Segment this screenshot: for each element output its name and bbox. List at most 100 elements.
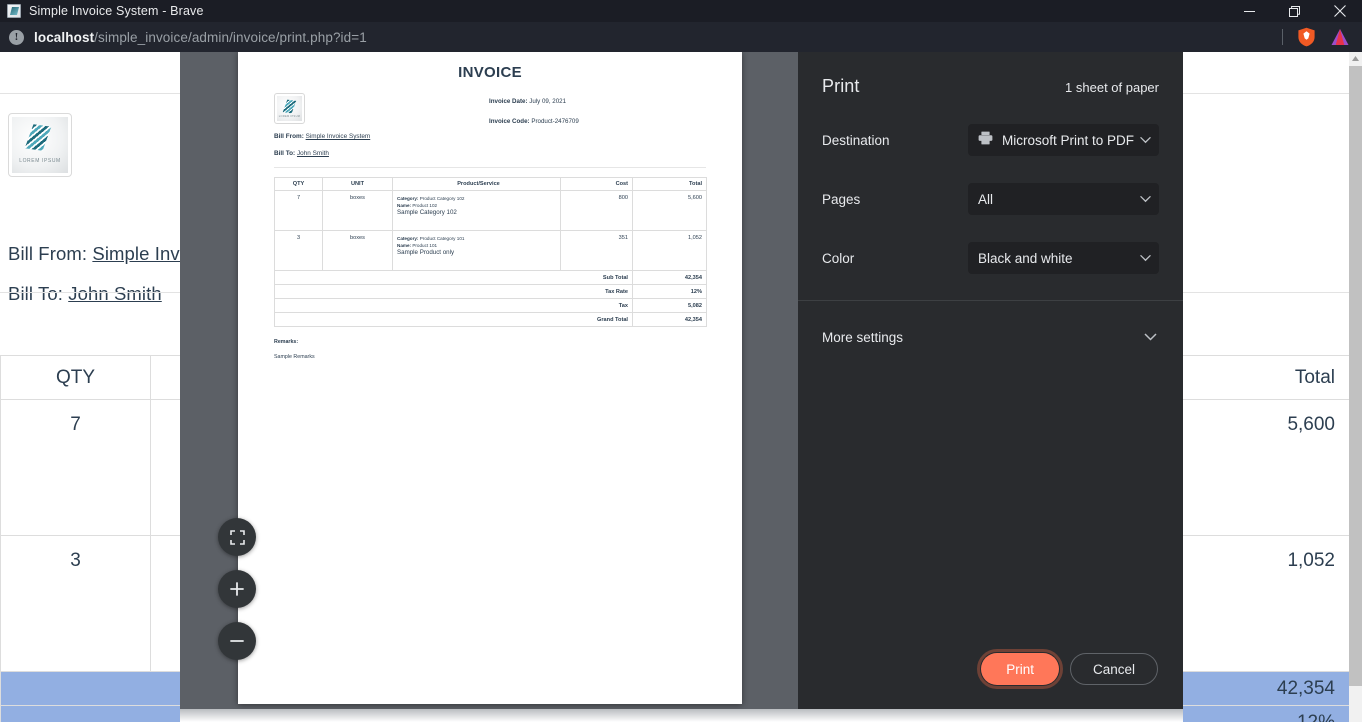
destination-value: Microsoft Print to PDF [1002,132,1134,148]
company-logo: LOREM IPSUM [8,113,72,177]
restore-icon[interactable] [1272,0,1317,22]
doc-summary-row: Tax 5,082 [274,298,707,313]
chevron-down-icon [1140,131,1151,149]
doc-summary-value: 12% [632,284,707,299]
color-select[interactable]: Black and white [968,242,1159,274]
invoice-code-value: Product-2476709 [531,117,579,125]
doc-summary-row: Grand Total 42,354 [274,312,707,327]
bill-to: Bill To: John Smith [8,283,162,305]
bill-to-label: Bill To: [8,283,63,304]
color-field: Color Black and white [822,242,1159,274]
doc-col-total: Total [632,177,707,191]
doc-bill-from: Bill From: Simple Invoice System [274,133,370,140]
url-text: localhost/simple_invoice/admin/invoice/p… [34,30,367,45]
destination-field: Destination Microsoft Print to PDF [822,124,1159,156]
doc-category-label: Category: [397,236,419,241]
bill-to-value[interactable]: John Smith [68,283,162,304]
doc-col-product: Product/Service [392,177,561,191]
printer-icon [978,131,993,150]
remarks-label: Remarks: [274,339,299,345]
browser-window: LOREM IPSUM Bill From: Simple Invoice Sy… [0,0,1362,722]
logo-caption: LOREM IPSUM [19,158,61,164]
doc-bill-from-value: Simple Invoice System [305,133,371,140]
doc-summary-row: Tax Rate 12% [274,284,707,299]
fit-to-page-icon[interactable] [218,518,256,556]
brave-logo-icon[interactable] [1330,27,1350,47]
doc-category-value: Product Category 101 [419,236,465,241]
brave-shields-icon[interactable] [1297,27,1316,47]
sheet-count: 1 sheet of paper [1065,80,1159,95]
doc-invoice-table: QTY UNIT Product/Service Cost Total 7 bo… [274,177,707,327]
doc-category-label: Category: [397,196,419,201]
doc-name-value: Product 101 [412,243,438,249]
doc-logo-caption: LOREM IPSUM [278,115,301,118]
remarks-value: Sample Remarks [274,354,315,360]
print-dialog-title: Print [822,76,860,96]
doc-cell-cost: 351 [560,230,633,271]
doc-bill-to-label: Bill To: [274,150,296,157]
cell-total: 1,052 [1175,535,1349,672]
title-bar: Simple Invoice System - Brave [0,0,1362,22]
doc-name-value: Product 102 [412,203,438,209]
doc-cell-qty: 3 [274,230,323,271]
more-settings-toggle[interactable]: More settings [798,309,1183,365]
doc-summary-label: Sub Total [274,270,633,285]
doc-bill-from-label: Bill From: [274,133,304,140]
color-value: Black and white [978,250,1073,266]
doc-cell-product: Category: Product Category 101 Name: Pro… [392,230,561,271]
doc-summary-value: 42,354 [632,270,707,285]
preview-bottom-shadow [180,709,1183,722]
color-label: Color [822,250,855,266]
more-settings-label: More settings [822,329,904,345]
window-title: Simple Invoice System - Brave [29,4,204,18]
doc-remarks: Remarks: Sample Remarks [274,339,706,360]
doc-summary-label: Grand Total [274,312,633,327]
minimize-icon[interactable] [1227,0,1272,22]
doc-cell-qty: 7 [274,190,323,231]
summary-value: 12% [1175,705,1349,722]
invoice-date-value: July 09, 2021 [529,98,567,105]
cancel-button[interactable]: Cancel [1069,653,1158,685]
close-icon[interactable] [1317,0,1362,22]
chevron-down-icon [1140,190,1151,208]
summary-value: 42,354 [1175,671,1349,706]
dialog-divider [798,300,1183,301]
invoice-date-label: Invoice Date: [489,98,528,105]
print-button[interactable]: Print [977,649,1063,689]
omnibox-divider [1282,29,1283,45]
pages-value: All [978,191,994,207]
doc-summary-value: 5,082 [632,298,707,313]
pages-field: Pages All [822,183,1159,215]
doc-cell-unit: boxes [322,230,393,271]
doc-bill-to-value: John Smith [296,150,329,157]
page-scrollbar[interactable] [1349,52,1362,722]
window-controls [1227,0,1362,22]
bill-from-label: Bill From: [8,243,88,264]
pages-label: Pages [822,191,861,207]
url-host: localhost [34,29,95,45]
scroll-up-arrow[interactable] [1349,52,1362,65]
zoom-out-icon[interactable] [218,622,256,660]
doc-bill-to: Bill To: John Smith [274,150,329,157]
invoice-favicon [7,4,21,18]
doc-col-qty: QTY [274,177,323,191]
doc-table-row: 7 boxes Category: Product Category 102 N… [274,190,707,231]
doc-name-label: Name: [397,203,412,209]
scrollbar-thumb[interactable] [1349,66,1362,686]
cell-total: 5,600 [1175,399,1349,536]
doc-col-cost: Cost [560,177,633,191]
doc-cell-cost: 800 [560,190,633,231]
destination-select[interactable]: Microsoft Print to PDF [968,124,1159,156]
pages-select[interactable]: All [968,183,1159,215]
invoice-document: INVOICE LOREM IPSUM Invoice Date: July 0… [274,64,707,360]
zoom-in-icon[interactable] [218,570,256,608]
destination-label: Destination [822,132,890,148]
chevron-down-icon [1144,328,1157,346]
doc-table-row: 3 boxes Category: Product Category 101 N… [274,230,707,271]
doc-name-label: Name: [397,243,412,249]
address-bar[interactable]: ! localhost/simple_invoice/admin/invoice… [0,22,1362,52]
chevron-down-icon [1140,249,1151,267]
preview-zoom-controls [218,518,256,660]
not-secure-info-icon[interactable]: ! [9,29,24,45]
invoice-meta: Invoice Date: July 09, 2021 Invoice Code… [489,98,579,139]
